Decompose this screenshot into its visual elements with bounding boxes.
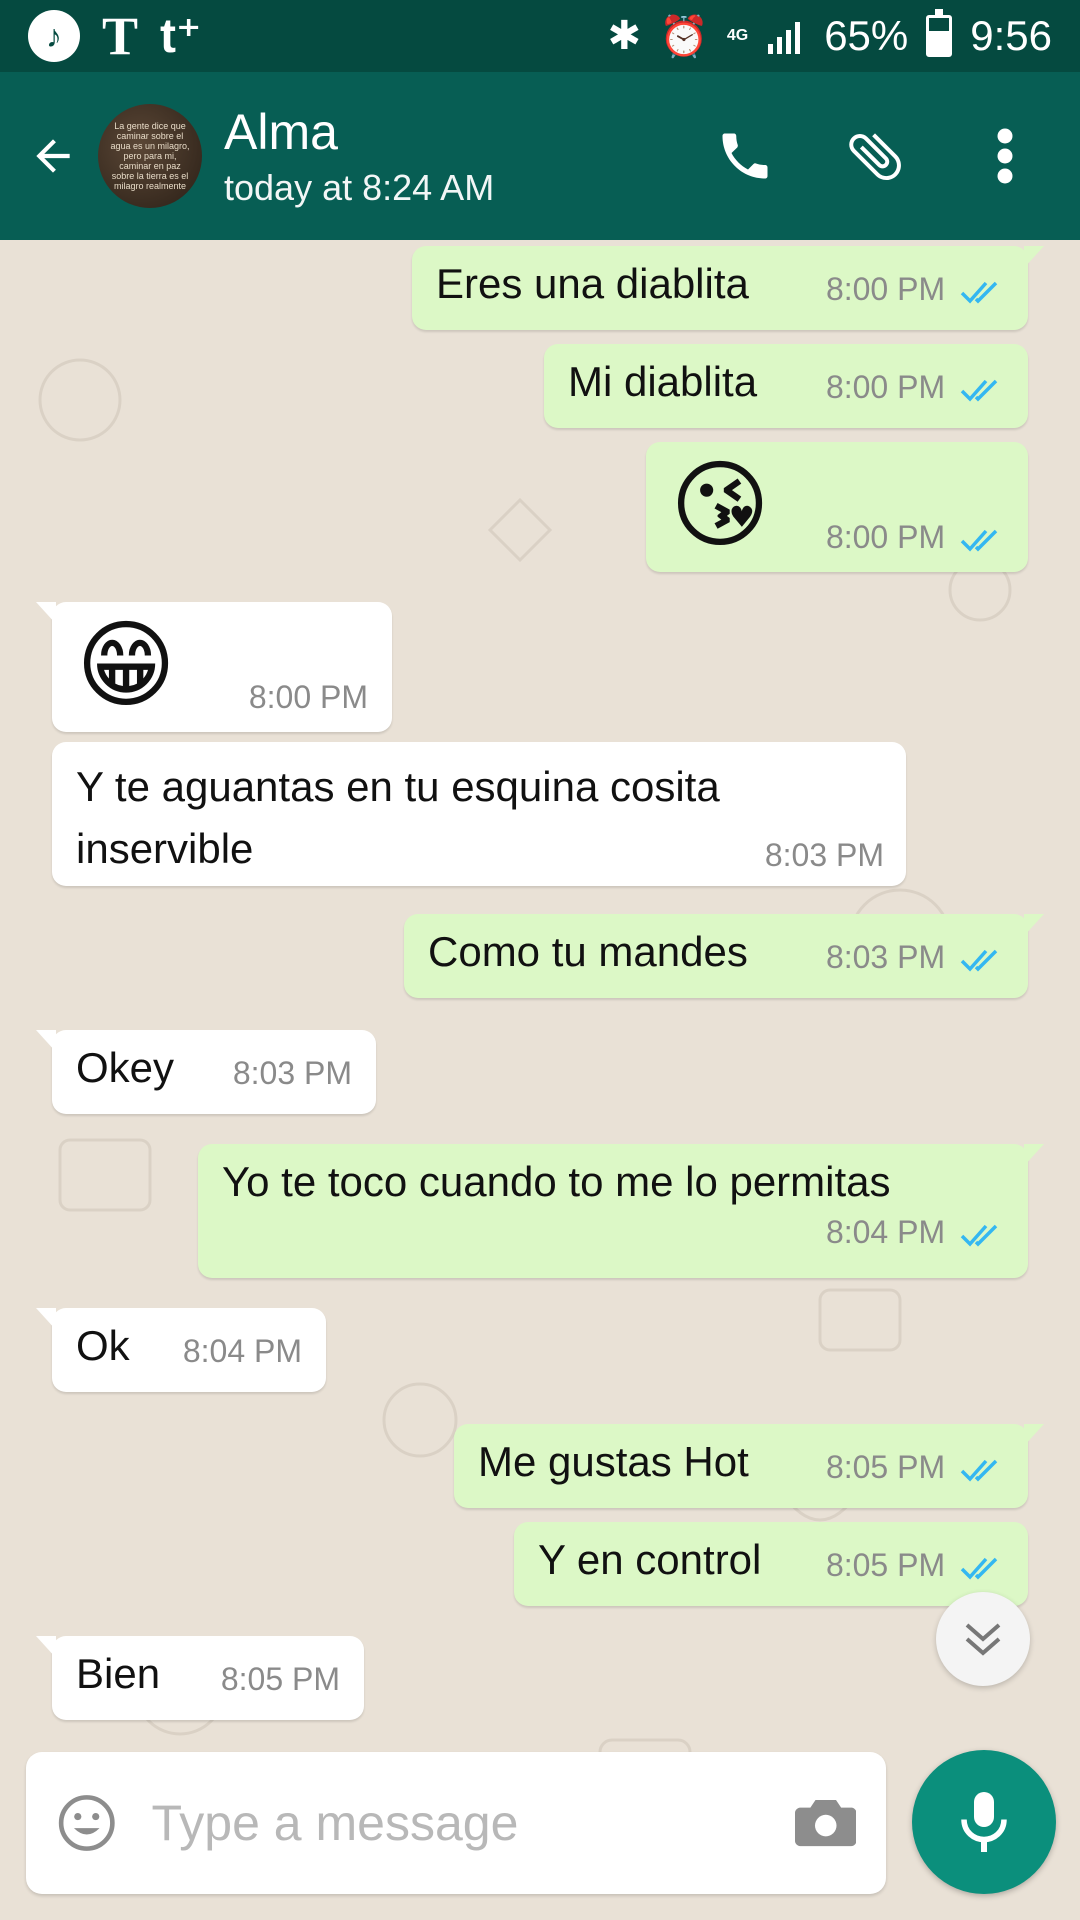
message-text: Y te aguantas en tu esquina cosita inser…	[76, 763, 720, 872]
message-text: Y en control	[538, 1536, 762, 1583]
chat-header: La gente dice que caminar sobre el agua …	[0, 72, 1080, 240]
message-emoji: 😁	[76, 612, 177, 719]
message-bubble-outgoing[interactable]: Como tu mandes 8:03 PM	[404, 914, 1044, 998]
message-time: 8:03 PM	[825, 939, 946, 975]
bluetooth-icon: ✱	[607, 14, 642, 58]
arrow-left-icon	[36, 139, 70, 173]
attach-button[interactable]	[840, 121, 910, 191]
status-bar: ♪ T t⁺ ✱ ⏰ 4G 65% 9:56	[0, 0, 1080, 72]
message-emoji: 😘	[670, 452, 771, 559]
alarm-icon: ⏰	[659, 14, 709, 59]
contact-info[interactable]: Alma today at 8:24 AM	[224, 103, 494, 209]
avatar-text: La gente dice que caminar sobre el agua …	[110, 121, 190, 191]
message-bubble-outgoing[interactable]: Yo te toco cuando to me lo permitas 8:04…	[198, 1144, 1044, 1278]
message-bubble-incoming[interactable]: 😁 8:00 PM	[36, 602, 392, 732]
signal-icon	[768, 22, 801, 54]
battery-icon	[926, 9, 953, 57]
message-text: Me gustas Hot	[478, 1438, 749, 1485]
network-type-icon: 4G	[726, 27, 749, 44]
music-app-icon: ♪	[28, 10, 80, 62]
chat-area[interactable]: Eres una diablita 8:00 PM Mi diablita 8:…	[0, 240, 1080, 1920]
more-vertical-icon	[997, 128, 1013, 184]
message-bubble-outgoing[interactable]: Mi diablita 8:00 PM	[544, 344, 1028, 428]
back-button[interactable]	[8, 72, 98, 240]
phone-icon	[722, 133, 768, 179]
message-time: 8:04 PM	[825, 1214, 946, 1250]
more-options-button[interactable]	[970, 121, 1040, 191]
double-check-read-icon	[960, 1224, 998, 1247]
message-composer	[26, 1752, 886, 1894]
message-time: 8:00 PM	[825, 271, 946, 307]
battery-percent: 65%	[824, 12, 909, 59]
double-check-read-icon	[960, 529, 998, 552]
double-chevron-down-icon	[965, 1623, 1001, 1656]
message-bubble-incoming[interactable]: Bien 8:05 PM	[36, 1636, 364, 1720]
message-bubble-outgoing[interactable]: Me gustas Hot 8:05 PM	[454, 1424, 1044, 1508]
message-time: 8:03 PM	[232, 1055, 352, 1091]
message-text: Ok	[76, 1322, 130, 1369]
message-time: 8:04 PM	[182, 1333, 302, 1369]
clock: 9:56	[970, 12, 1052, 59]
paperclip-icon	[849, 133, 901, 181]
double-check-read-icon	[960, 1459, 998, 1482]
last-seen: today at 8:24 AM	[224, 167, 495, 208]
microphone-icon	[961, 1792, 1007, 1852]
message-text: Como tu mandes	[428, 928, 748, 975]
double-check-read-icon	[960, 1557, 998, 1580]
message-time: 8:00 PM	[248, 679, 368, 715]
double-check-read-icon	[960, 949, 998, 972]
double-check-read-icon	[960, 281, 998, 304]
contact-name: Alma	[224, 104, 338, 160]
message-time: 8:03 PM	[764, 837, 884, 873]
message-input[interactable]	[151, 1794, 795, 1852]
message-bubble-incoming[interactable]: Y te aguantas en tu esquina cosita inser…	[52, 742, 906, 886]
message-text: Yo te toco cuando to me lo permitas	[222, 1158, 891, 1205]
message-text: Eres una diablita	[436, 260, 749, 307]
scroll-to-bottom-button[interactable]	[936, 1592, 1030, 1686]
message-bubble-outgoing[interactable]: 😘 8:00 PM	[646, 442, 1028, 572]
emoji-icon[interactable]	[56, 1788, 118, 1858]
voice-record-button[interactable]	[912, 1750, 1056, 1894]
message-time: 8:05 PM	[220, 1661, 340, 1697]
message-bubble-incoming[interactable]: Ok 8:04 PM	[36, 1308, 326, 1392]
camera-icon[interactable]	[794, 1793, 857, 1853]
message-bubble-outgoing[interactable]: Eres una diablita 8:00 PM	[412, 246, 1044, 330]
message-text: Okey	[76, 1044, 175, 1091]
double-check-read-icon	[960, 379, 998, 402]
message-time: 8:00 PM	[825, 369, 946, 405]
avatar[interactable]: La gente dice que caminar sobre el agua …	[98, 104, 202, 208]
message-bubble-outgoing[interactable]: Y en control 8:05 PM	[514, 1522, 1028, 1606]
call-button[interactable]	[710, 121, 780, 191]
message-text: Bien	[76, 1650, 161, 1697]
message-bubble-incoming[interactable]: Okey 8:03 PM	[36, 1030, 376, 1114]
message-text: Mi diablita	[568, 358, 758, 405]
message-time: 8:05 PM	[825, 1547, 946, 1583]
message-time: 8:00 PM	[825, 519, 946, 555]
message-time: 8:05 PM	[825, 1449, 946, 1485]
carrier-logo-icon: T	[102, 6, 139, 66]
carrier-plus-icon: t⁺	[160, 10, 202, 63]
